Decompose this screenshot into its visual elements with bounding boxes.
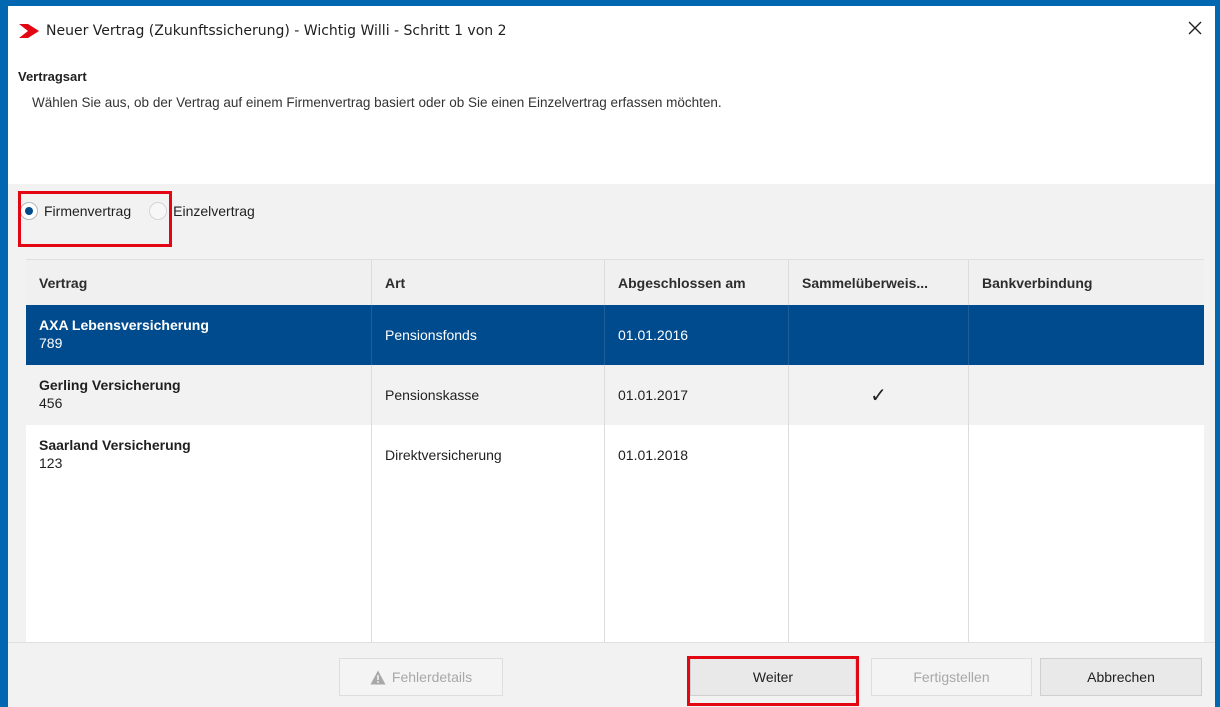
column-header-bankverbindung[interactable]: Bankverbindung bbox=[969, 260, 1204, 305]
weiter-button[interactable]: Weiter bbox=[690, 658, 856, 696]
table-header: Vertrag Art Abgeschlossen am Sammelüberw… bbox=[26, 259, 1204, 305]
radio-einzelvertrag[interactable]: Einzelvertrag bbox=[149, 200, 255, 222]
contract-name: AXA Lebensversicherung bbox=[39, 317, 209, 333]
cell-bank bbox=[969, 425, 1204, 485]
table-row[interactable]: AXA Lebensversicherung 789 Pensionsfonds… bbox=[26, 305, 1204, 365]
contract-name: Saarland Versicherung bbox=[39, 437, 191, 453]
button-bar: Fehlerdetails Weiter Fertigstellen Abbre… bbox=[8, 642, 1215, 707]
column-header-vertrag[interactable]: Vertrag bbox=[26, 260, 372, 305]
window-frame-left bbox=[0, 0, 8, 707]
radio-firmenvertrag[interactable]: Firmenvertrag bbox=[20, 200, 131, 222]
fertigstellen-button[interactable]: Fertigstellen bbox=[871, 658, 1032, 696]
cell-date: 01.01.2017 bbox=[605, 365, 789, 425]
section-title: Vertragsart bbox=[18, 69, 87, 84]
contract-number: 123 bbox=[39, 455, 63, 471]
cell-date: 01.01.2018 bbox=[605, 425, 789, 485]
contract-type-radio-group: Firmenvertrag Einzelvertrag bbox=[20, 200, 255, 222]
abbrechen-button[interactable]: Abbrechen bbox=[1040, 658, 1202, 696]
window-frame-right bbox=[1215, 0, 1220, 707]
cell-sammel bbox=[789, 305, 969, 365]
column-header-abgeschlossen[interactable]: Abgeschlossen am bbox=[605, 260, 789, 305]
fehlerdetails-label: Fehlerdetails bbox=[391, 669, 473, 685]
column-header-art[interactable]: Art bbox=[372, 260, 605, 305]
chevron-right-logo-icon bbox=[18, 23, 40, 44]
radio-checked-icon bbox=[20, 202, 38, 220]
radio-label-firmenvertrag: Firmenvertrag bbox=[44, 203, 132, 219]
table-row[interactable]: Saarland Versicherung 123 Direktversiche… bbox=[26, 425, 1204, 485]
cell-art: Pensionskasse bbox=[372, 365, 605, 425]
cell-date: 01.01.2016 bbox=[605, 305, 789, 365]
table-row[interactable]: Gerling Versicherung 456 Pensionskasse 0… bbox=[26, 365, 1204, 425]
cell-bank bbox=[969, 365, 1204, 425]
radio-unchecked-icon bbox=[149, 202, 168, 220]
checkmark-icon: ✓ bbox=[789, 365, 969, 425]
section-description: Wählen Sie aus, ob der Vertrag auf einem… bbox=[32, 95, 722, 110]
contracts-table: Vertrag Art Abgeschlossen am Sammelüberw… bbox=[26, 259, 1204, 642]
cell-vertrag: Saarland Versicherung 123 bbox=[26, 425, 372, 485]
contract-number: 789 bbox=[39, 335, 63, 351]
cell-bank bbox=[969, 305, 1204, 365]
dialog: Neuer Vertrag (Zukunftssicherung) - Wich… bbox=[8, 6, 1215, 707]
fehlerdetails-button[interactable]: Fehlerdetails bbox=[339, 658, 503, 696]
cell-sammel bbox=[789, 425, 969, 485]
content-area: Firmenvertrag Einzelvertrag Vertrag Art … bbox=[8, 184, 1215, 642]
table-body: AXA Lebensversicherung 789 Pensionsfonds… bbox=[26, 305, 1204, 642]
cell-vertrag: AXA Lebensversicherung 789 bbox=[26, 305, 372, 365]
radio-label-einzelvertrag: Einzelvertrag bbox=[173, 203, 255, 219]
close-icon bbox=[1188, 21, 1202, 40]
cell-vertrag: Gerling Versicherung 456 bbox=[26, 365, 372, 425]
contract-number: 456 bbox=[39, 395, 63, 411]
contract-name: Gerling Versicherung bbox=[39, 377, 181, 393]
close-button[interactable] bbox=[1181, 16, 1209, 44]
cell-art: Pensionsfonds bbox=[372, 305, 605, 365]
warning-icon bbox=[370, 670, 386, 685]
column-header-sammelueberweisung[interactable]: Sammelüberweis... bbox=[789, 260, 969, 305]
cell-art: Direktversicherung bbox=[372, 425, 605, 485]
title-bar: Neuer Vertrag (Zukunftssicherung) - Wich… bbox=[8, 6, 1215, 50]
window-title: Neuer Vertrag (Zukunftssicherung) - Wich… bbox=[46, 23, 507, 39]
